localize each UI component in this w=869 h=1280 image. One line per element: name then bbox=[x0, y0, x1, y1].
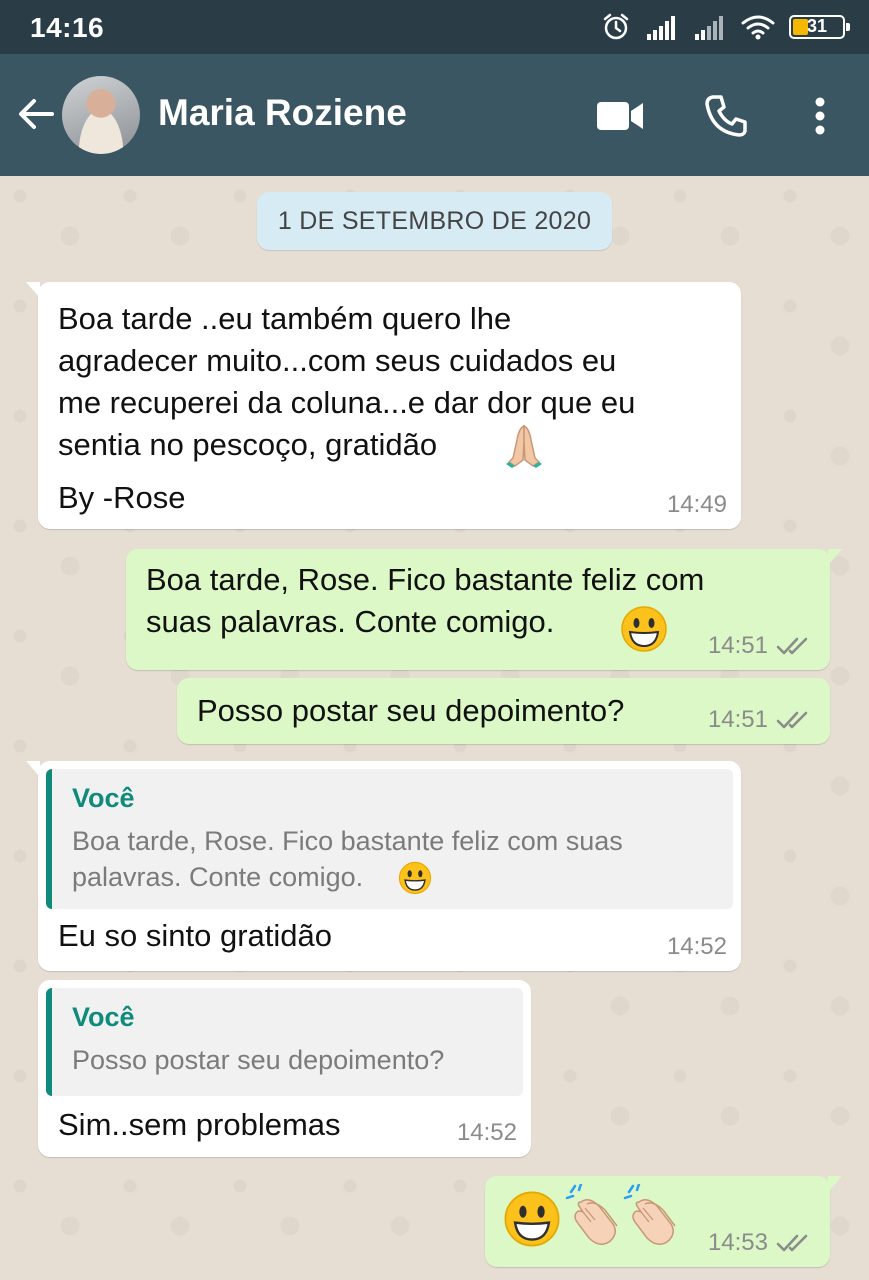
message-text: Posso postar seu depoimento? bbox=[197, 693, 625, 728]
battery-icon: 31 bbox=[789, 15, 850, 39]
bubble-tail bbox=[26, 761, 40, 777]
phone-icon bbox=[705, 95, 747, 137]
message-bubble-outgoing[interactable]: Boa tarde, Rose. Fico bastante feliz com… bbox=[126, 549, 842, 670]
chat-header: Maria Roziene bbox=[0, 54, 869, 176]
wifi-icon bbox=[741, 14, 775, 40]
clapping-hands-icon bbox=[565, 1182, 623, 1256]
battery-nub bbox=[846, 23, 850, 31]
quote-text: Posso postar seu depoimento? bbox=[72, 1045, 445, 1075]
message-time: 14:52 bbox=[666, 933, 727, 960]
message-time: 14:51 bbox=[707, 632, 768, 659]
quoted-message[interactable]: Você Posso postar seu depoimento? bbox=[46, 988, 523, 1096]
double-check-icon bbox=[776, 1234, 808, 1252]
more-options-icon bbox=[815, 97, 825, 135]
clapping-hands-icon bbox=[623, 1182, 681, 1256]
message-time: 14:49 bbox=[666, 491, 727, 518]
message-bubble-incoming[interactable]: Você Posso postar seu depoimento? Sim..s… bbox=[38, 980, 531, 1157]
message-bubble-outgoing[interactable]: Posso postar seu depoimento? 14:51 bbox=[177, 678, 830, 744]
message-time: 14:51 bbox=[707, 706, 768, 733]
chat-area[interactable]: 1 DE SETEMBRO DE 2020 Boa tarde ..eu tam… bbox=[0, 176, 869, 1280]
bubble-tail bbox=[828, 549, 842, 565]
bubble-tail bbox=[828, 1176, 842, 1192]
message-text: Boa tarde ..eu também quero lhe agradece… bbox=[58, 301, 636, 462]
quote-text: Boa tarde, Rose. Fico bastante feliz com… bbox=[72, 826, 623, 892]
message-time: 14:53 bbox=[707, 1229, 768, 1256]
message-text: Sim..sem problemas bbox=[58, 1107, 341, 1142]
quote-author: Você bbox=[72, 1002, 135, 1032]
alarm-icon bbox=[601, 12, 631, 42]
message-bubble-incoming[interactable]: Você Boa tarde, Rose. Fico bastante feli… bbox=[26, 761, 741, 971]
status-time: 14:16 bbox=[30, 12, 105, 43]
bubble-tail bbox=[26, 282, 40, 298]
status-icons: 31 bbox=[601, 12, 850, 42]
grinning-face-icon bbox=[503, 1190, 561, 1256]
message-bubble-outgoing[interactable]: 14:53 bbox=[485, 1176, 842, 1267]
double-check-icon bbox=[776, 711, 808, 729]
message-time: 14:52 bbox=[456, 1119, 517, 1146]
quote-accent-bar bbox=[46, 988, 52, 1096]
grinning-face-icon bbox=[398, 861, 432, 903]
status-bar: 14:16 31 bbox=[0, 0, 869, 54]
avatar[interactable] bbox=[62, 76, 140, 154]
battery-level: 31 bbox=[806, 16, 828, 36]
grinning-face-icon bbox=[620, 605, 668, 661]
signal-icon bbox=[645, 14, 679, 40]
video-call-button[interactable] bbox=[594, 90, 646, 142]
message-text: Eu so sinto gratidão bbox=[58, 918, 333, 953]
contact-name[interactable]: Maria Roziene bbox=[158, 92, 407, 134]
double-check-icon bbox=[776, 637, 808, 655]
video-call-icon bbox=[597, 102, 643, 130]
back-button[interactable] bbox=[14, 92, 58, 136]
date-chip: 1 DE SETEMBRO DE 2020 bbox=[257, 192, 612, 250]
more-options-button[interactable] bbox=[794, 90, 846, 142]
quote-accent-bar bbox=[46, 769, 52, 909]
message-bubble-incoming[interactable]: Boa tarde ..eu também quero lhe agradece… bbox=[26, 282, 741, 529]
back-arrow-icon bbox=[19, 99, 54, 129]
voice-call-button[interactable] bbox=[700, 90, 752, 142]
folded-hands-icon bbox=[503, 422, 545, 476]
message-signature: By -Rose bbox=[58, 480, 186, 515]
quoted-message[interactable]: Você Boa tarde, Rose. Fico bastante feli… bbox=[46, 769, 733, 909]
signal-icon bbox=[693, 14, 727, 40]
quote-author: Você bbox=[72, 783, 135, 813]
